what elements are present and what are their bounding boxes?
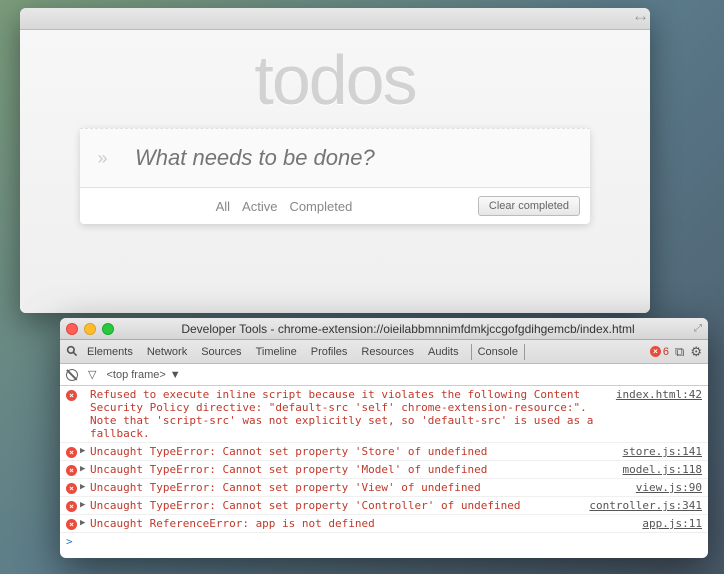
console-message: Refused to execute inline script because… <box>90 388 616 440</box>
tab-audits[interactable]: Audits <box>426 344 461 360</box>
source-link[interactable]: controller.js:341 <box>589 499 702 512</box>
error-count: 6 <box>663 346 669 358</box>
frame-selector[interactable]: <top frame> ▼ <box>106 369 180 381</box>
fullscreen-icon[interactable]: ⤢ <box>694 323 702 334</box>
tab-elements[interactable]: Elements <box>85 344 135 360</box>
error-icon: × <box>650 346 661 357</box>
tab-console[interactable]: Console <box>471 344 525 360</box>
app-title: todos <box>80 40 590 120</box>
filter-all[interactable]: All <box>216 199 230 214</box>
devtools-window: Developer Tools - chrome-extension://oie… <box>60 318 708 558</box>
error-icon: × <box>66 445 80 458</box>
error-icon: × <box>66 499 80 512</box>
console-input[interactable] <box>79 535 702 548</box>
console-prompt: > <box>60 533 708 550</box>
chevron-down-icon: ▼ <box>170 369 181 381</box>
source-link[interactable]: index.html:42 <box>616 388 702 401</box>
filter-icon[interactable]: ▽ <box>88 368 96 381</box>
toggle-all-icon[interactable]: » <box>80 148 125 169</box>
console-row: ×▶Uncaught TypeError: Cannot set propert… <box>60 497 708 515</box>
close-icon[interactable] <box>66 323 78 335</box>
console-message: Uncaught TypeError: Cannot set property … <box>90 499 589 512</box>
expand-arrow-icon <box>80 388 90 389</box>
clear-completed-button[interactable]: Clear completed <box>478 196 580 216</box>
console-message: Uncaught TypeError: Cannot set property … <box>90 481 636 494</box>
tab-sources[interactable]: Sources <box>199 344 243 360</box>
todo-container: » All Active Completed Clear completed <box>80 128 590 224</box>
console-output: × Refused to execute inline script becaus… <box>60 386 708 558</box>
devtools-titlebar[interactable]: Developer Tools - chrome-extension://oie… <box>60 318 708 340</box>
source-link[interactable]: store.js:141 <box>623 445 702 458</box>
todo-input-row: » <box>80 128 590 188</box>
frame-label: <top frame> <box>106 369 165 381</box>
minimize-icon[interactable] <box>84 323 96 335</box>
console-row: ×▶Uncaught TypeError: Cannot set propert… <box>60 443 708 461</box>
expand-arrow-icon[interactable]: ▶ <box>80 463 90 474</box>
error-badge[interactable]: × 6 <box>650 346 669 358</box>
filter-active[interactable]: Active <box>242 199 277 214</box>
console-message: Uncaught TypeError: Cannot set property … <box>90 463 623 476</box>
error-icon: × <box>66 463 80 476</box>
console-message: Uncaught TypeError: Cannot set property … <box>90 445 623 458</box>
expand-icon[interactable]: ⤢ <box>633 12 646 25</box>
new-todo-input[interactable] <box>125 129 590 187</box>
devtools-tabs: Elements Network Sources Timeline Profil… <box>85 344 650 360</box>
tab-network[interactable]: Network <box>145 344 189 360</box>
app-titlebar[interactable]: ⤢ <box>20 8 650 30</box>
error-icon: × <box>66 517 80 530</box>
app-window: ⤢ todos » All Active Completed Clear com… <box>20 8 650 313</box>
gear-icon[interactable]: ⚙ <box>690 344 702 360</box>
tab-timeline[interactable]: Timeline <box>254 344 299 360</box>
source-link[interactable]: view.js:90 <box>636 481 702 494</box>
source-link[interactable]: app.js:11 <box>642 517 702 530</box>
devtools-toolbar: Elements Network Sources Timeline Profil… <box>60 340 708 364</box>
expand-arrow-icon[interactable]: ▶ <box>80 499 90 510</box>
error-icon: × <box>66 388 80 401</box>
tab-profiles[interactable]: Profiles <box>309 344 350 360</box>
search-icon[interactable] <box>66 345 79 358</box>
expand-arrow-icon[interactable]: ▶ <box>80 445 90 456</box>
todo-footer: All Active Completed Clear completed <box>80 188 590 224</box>
traffic-lights <box>66 323 114 335</box>
console-subbar: ▽ <top frame> ▼ <box>60 364 708 386</box>
clear-console-icon[interactable] <box>66 369 78 381</box>
toolbar-right: × 6 ⧉ ⚙ <box>650 344 702 360</box>
prompt-caret-icon: > <box>66 535 73 548</box>
devtools-title: Developer Tools - chrome-extension://oie… <box>122 322 694 336</box>
expand-arrow-icon[interactable]: ▶ <box>80 481 90 492</box>
filter-completed[interactable]: Completed <box>289 199 352 214</box>
drawer-toggle-icon[interactable]: ⧉ <box>675 344 684 360</box>
filters: All Active Completed <box>90 199 478 214</box>
console-row: ×▶Uncaught TypeError: Cannot set propert… <box>60 479 708 497</box>
source-link[interactable]: model.js:118 <box>623 463 702 476</box>
console-row: × Refused to execute inline script becaus… <box>60 386 708 443</box>
console-message: Uncaught ReferenceError: app is not defi… <box>90 517 642 530</box>
console-row: ×▶Uncaught ReferenceError: app is not de… <box>60 515 708 533</box>
error-icon: × <box>66 481 80 494</box>
maximize-icon[interactable] <box>102 323 114 335</box>
expand-arrow-icon[interactable]: ▶ <box>80 517 90 528</box>
console-row: ×▶Uncaught TypeError: Cannot set propert… <box>60 461 708 479</box>
app-content: todos » All Active Completed Clear compl… <box>20 30 650 313</box>
tab-resources[interactable]: Resources <box>359 344 416 360</box>
